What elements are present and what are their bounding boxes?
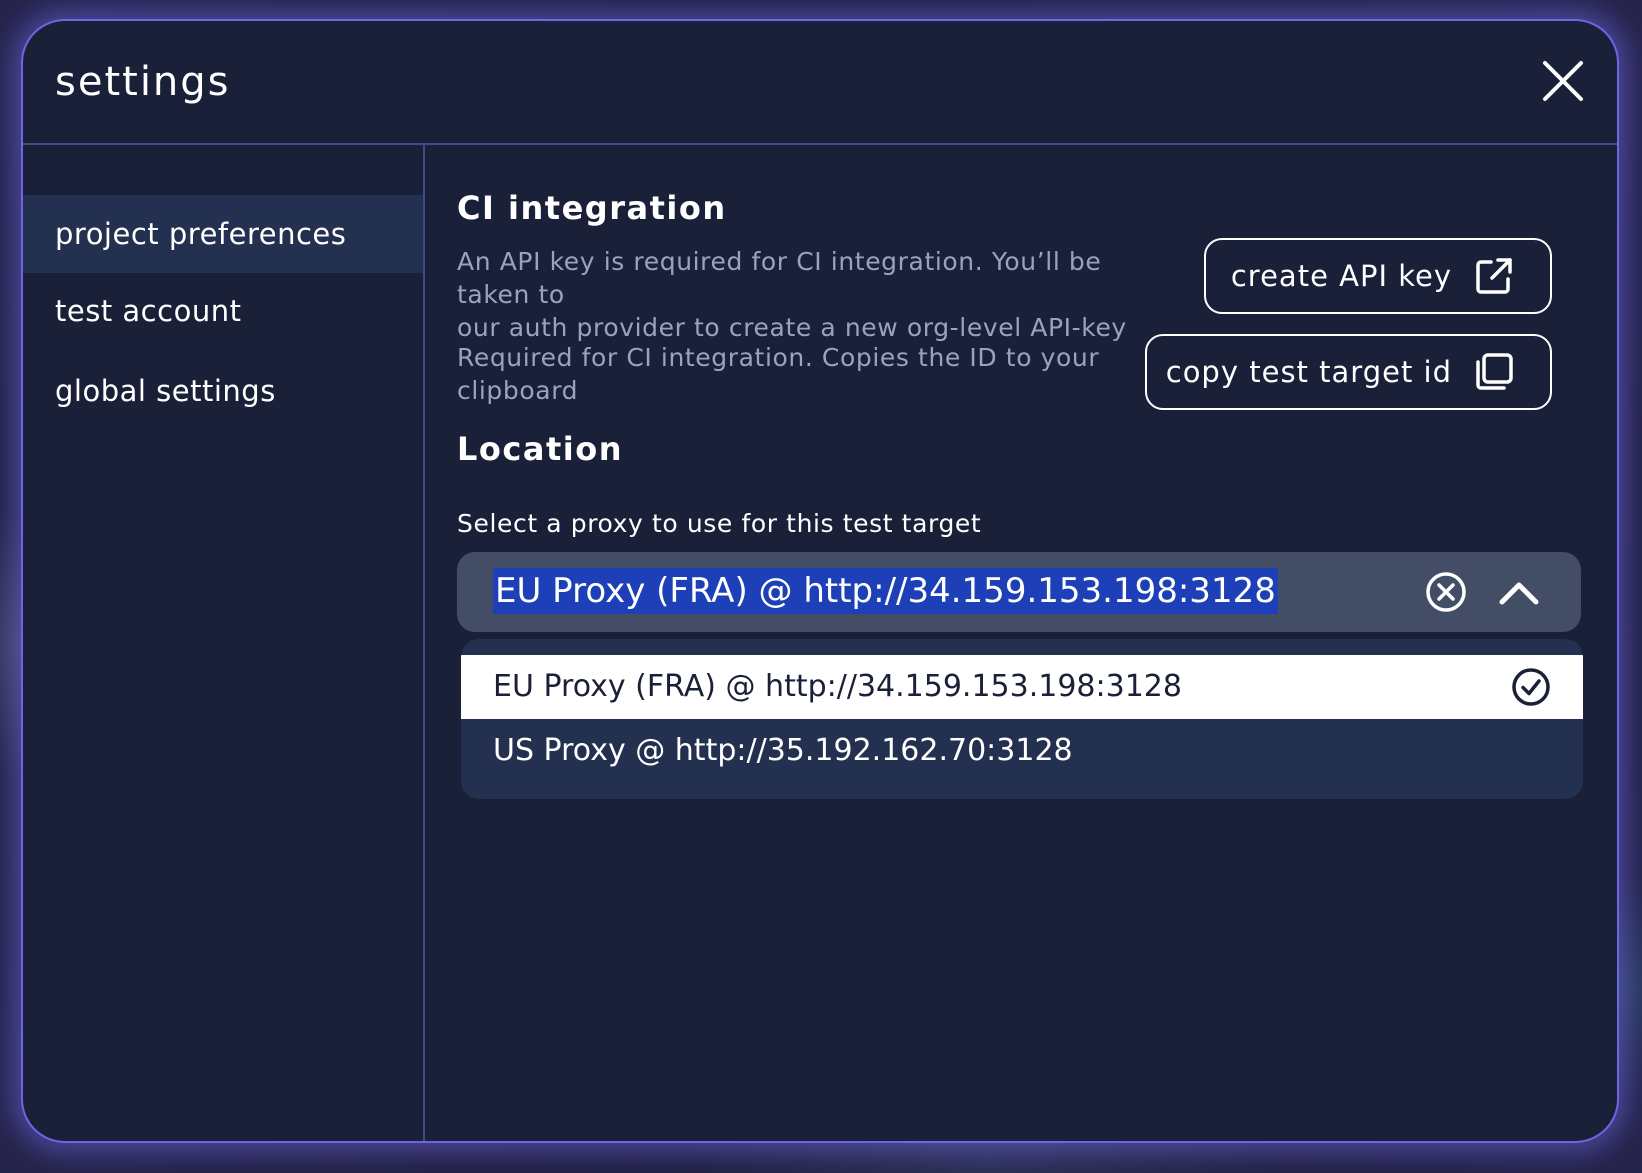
sidebar-item-label: project preferences [55, 217, 347, 251]
proxy-option-label: US Proxy @ http://35.192.162.70:3128 [493, 733, 1073, 768]
proxy-field-label: Select a proxy to use for this test targ… [457, 509, 982, 538]
proxy-option-eu[interactable]: EU Proxy (FRA) @ http://34.159.153.198:3… [461, 655, 1583, 719]
sidebar-item-label: global settings [55, 374, 276, 408]
dialog-title: settings [55, 59, 231, 105]
proxy-dropdown-menu: EU Proxy (FRA) @ http://34.159.153.198:3… [461, 639, 1583, 799]
location-heading: Location [457, 430, 623, 468]
chevron-up-icon[interactable] [1497, 576, 1541, 608]
api-key-description: An API key is required for CI integratio… [457, 245, 1177, 344]
copy-id-description-line: Required for CI integration. Copies the … [457, 343, 1100, 372]
external-link-icon [1476, 258, 1512, 294]
sidebar: project preferences test account global … [23, 145, 425, 1141]
create-api-key-button[interactable]: create API key [1204, 238, 1552, 314]
settings-dialog: settings project preferences test accoun… [21, 19, 1619, 1143]
close-button[interactable] [1541, 59, 1585, 103]
sidebar-item-global-settings[interactable]: global settings [23, 352, 423, 430]
sidebar-item-test-account[interactable]: test account [23, 272, 423, 350]
copy-test-target-id-button[interactable]: copy test target id [1145, 334, 1552, 410]
clear-circle-icon[interactable] [1425, 571, 1467, 613]
close-icon [1543, 61, 1583, 101]
proxy-select-value: EU Proxy (FRA) @ http://34.159.153.198:3… [493, 568, 1278, 614]
api-key-description-line: An API key is required for CI integratio… [457, 247, 1102, 309]
copy-id-description-line: clipboard [457, 376, 579, 405]
dialog-header: settings [23, 21, 1617, 145]
main-content: CI integration An API key is required fo… [425, 145, 1617, 1141]
proxy-select[interactable]: EU Proxy (FRA) @ http://34.159.153.198:3… [457, 552, 1581, 632]
copy-id-description: Required for CI integration. Copies the … [457, 341, 1137, 407]
copy-icon [1476, 353, 1513, 390]
api-key-description-line: our auth provider to create a new org-le… [457, 313, 1127, 342]
proxy-option-us[interactable]: US Proxy @ http://35.192.162.70:3128 [461, 719, 1583, 783]
copy-id-label: copy test target id [1165, 355, 1452, 389]
sidebar-item-project-preferences[interactable]: project preferences [23, 195, 423, 273]
sidebar-item-label: test account [55, 294, 242, 328]
create-api-key-label: create API key [1230, 259, 1452, 293]
proxy-option-label: EU Proxy (FRA) @ http://34.159.153.198:3… [493, 669, 1182, 704]
check-circle-icon [1512, 668, 1550, 706]
ci-integration-heading: CI integration [457, 189, 727, 227]
